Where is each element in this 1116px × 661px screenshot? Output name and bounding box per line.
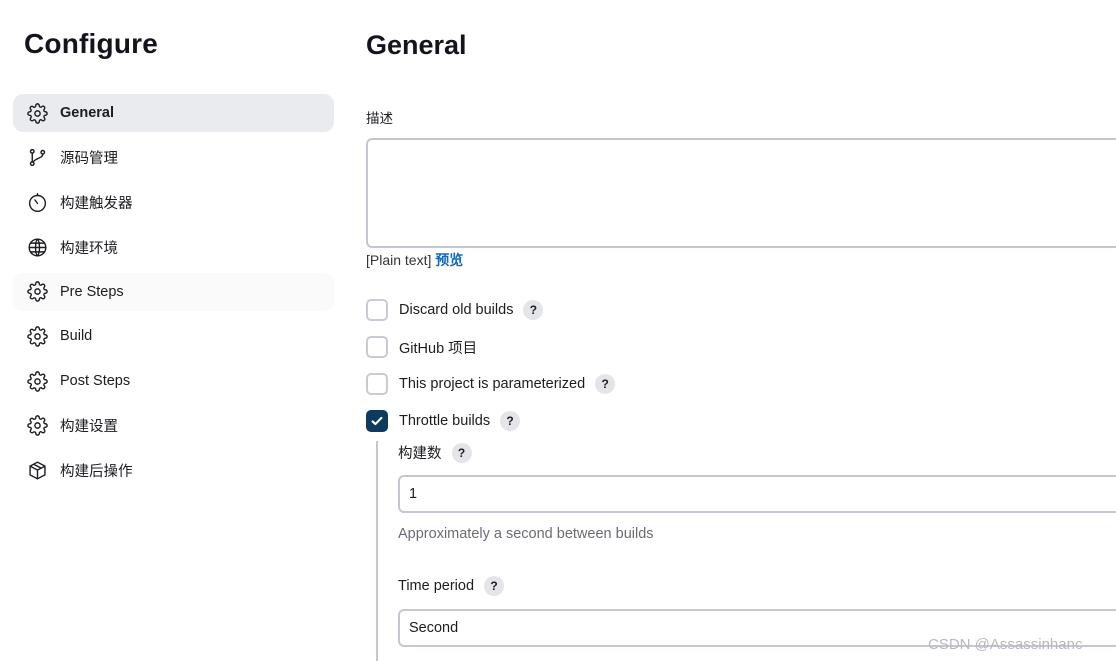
sidebar-item-build-settings[interactable]: 构建设置 [13, 407, 334, 445]
sidebar-item-label: Post Steps [60, 373, 131, 390]
description-format: [Plain text] 预览 [366, 250, 463, 270]
throttle-builds-label[interactable]: Throttle builds [399, 413, 490, 429]
checkmark-icon [371, 416, 383, 426]
plain-text-label: [Plain text] [366, 252, 432, 268]
sidebar-item-label: 构建后操作 [60, 464, 133, 480]
build-count-value: 1 [409, 486, 418, 502]
sidebar-title: Configure [24, 28, 159, 59]
sidebar-item-label: 构建环境 [60, 240, 118, 257]
sidebar-item-pre-steps[interactable]: Pre Steps [13, 272, 334, 311]
timer-icon [26, 191, 48, 213]
globe-icon [26, 236, 48, 258]
sidebar-item-post-steps[interactable]: Post Steps [13, 362, 334, 400]
build-count-input[interactable]: 1 [398, 475, 1116, 513]
watermark: CSDN @Assassinhanc [928, 636, 1083, 653]
parameterized-checkbox[interactable] [366, 373, 388, 395]
time-period-label-row: Time period ? [398, 576, 505, 596]
description-label: 描述 [366, 111, 393, 126]
help-icon[interactable]: ? [523, 300, 544, 320]
discard-old-builds-label[interactable]: Discard old builds [399, 302, 513, 318]
throttle-builds-checkbox[interactable] [366, 410, 388, 432]
sidebar-item-label: Pre Steps [60, 283, 124, 300]
sidebar-item-label: Build [60, 328, 93, 345]
preview-link[interactable]: 预览 [435, 252, 463, 268]
option-parameterized: This project is parameterized ? [366, 372, 616, 396]
discard-old-builds-checkbox[interactable] [366, 299, 388, 321]
sidebar-item-label: 构建触发器 [60, 195, 133, 212]
gear-icon [26, 325, 48, 347]
time-period-label: Time period [398, 578, 475, 594]
build-count-label: 构建数 [398, 446, 442, 462]
option-github-project: GitHub 项目 [366, 335, 477, 359]
help-icon[interactable]: ? [451, 442, 472, 463]
sidebar-item-label: General [60, 105, 114, 121]
sidebar-item-build[interactable]: Build [13, 317, 334, 355]
gear-icon [26, 102, 48, 124]
sidebar-item-post-build-actions[interactable]: 构建后操作 [13, 452, 334, 490]
github-project-label[interactable]: GitHub 项目 [399, 337, 477, 358]
sidebar-item-source-control[interactable]: 源码管理 [13, 139, 334, 177]
help-icon[interactable]: ? [484, 576, 505, 596]
help-icon[interactable]: ? [595, 374, 616, 394]
sidebar-item-general[interactable]: General [13, 94, 334, 132]
description-textarea[interactable] [366, 138, 1116, 248]
sidebar-nav: General 源码管理 构建触发器 构建环境 Pre Steps Build [13, 94, 334, 496]
build-count-hint: Approximately a second between builds [398, 526, 654, 542]
nested-section-divider [376, 441, 378, 661]
page-title: General [366, 30, 467, 60]
gear-icon [26, 281, 48, 303]
help-icon[interactable]: ? [500, 411, 521, 431]
sidebar-item-build-environment[interactable]: 构建环境 [13, 228, 334, 266]
git-branch-icon [26, 147, 48, 169]
parameterized-label[interactable]: This project is parameterized [399, 376, 585, 392]
gear-icon [26, 415, 48, 437]
time-period-value: Second [409, 620, 459, 636]
package-icon [26, 460, 48, 482]
build-count-label-row: 构建数 ? [398, 442, 472, 463]
gear-icon [26, 370, 48, 392]
option-throttle-builds: Throttle builds ? [366, 409, 521, 433]
sidebar-item-build-triggers[interactable]: 构建触发器 [13, 183, 334, 221]
sidebar-item-label: 构建设置 [60, 419, 118, 436]
github-project-checkbox[interactable] [366, 336, 388, 358]
option-discard-old-builds: Discard old builds ? [366, 298, 544, 322]
sidebar-item-label: 源码管理 [60, 151, 118, 168]
